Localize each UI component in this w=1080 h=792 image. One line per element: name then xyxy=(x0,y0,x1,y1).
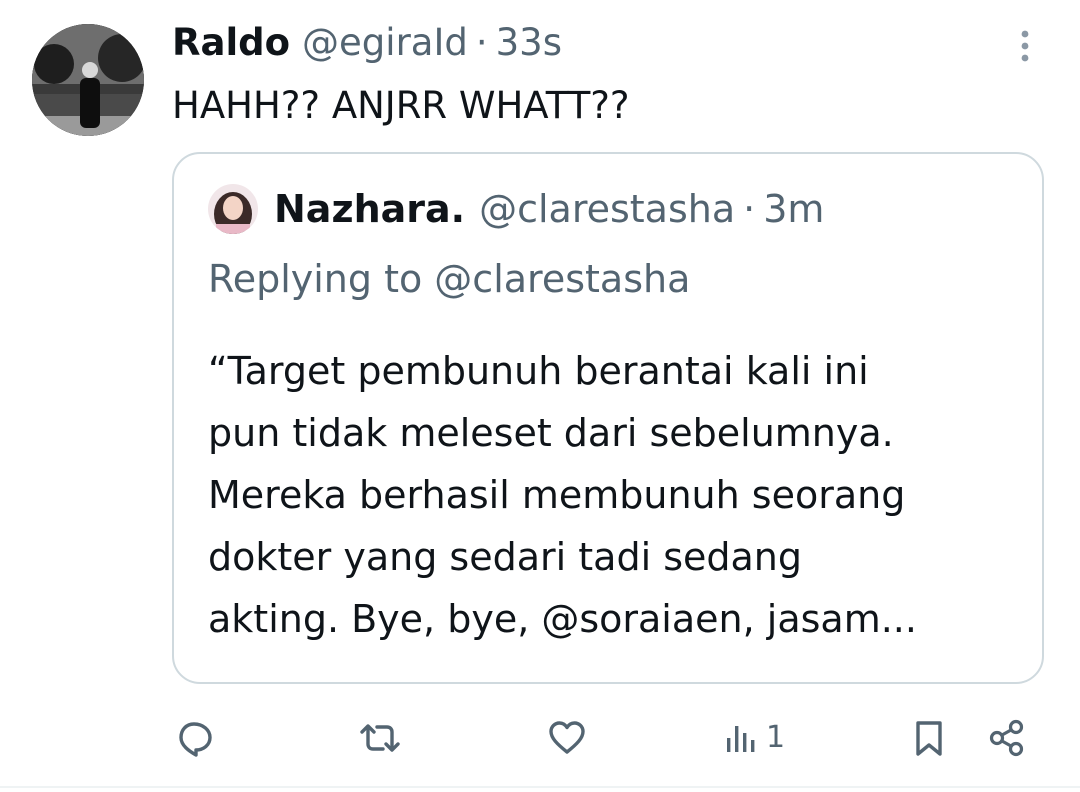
separator-dot: · xyxy=(475,21,488,64)
bookmark-icon xyxy=(916,721,942,756)
replying-to: Replying to @clarestasha xyxy=(208,257,691,301)
tweet-header: Raldo @egiraId · 33s xyxy=(172,20,562,66)
author-name[interactable]: Raldo xyxy=(172,20,290,66)
quote-avatar[interactable] xyxy=(208,184,258,234)
analytics-icon xyxy=(727,726,755,752)
quote-text-line: akting. Bye, bye, @soraiaen, jasam... xyxy=(208,597,917,641)
heart-icon xyxy=(549,721,585,754)
retweet-icon xyxy=(360,724,400,752)
reply-icon xyxy=(179,722,212,757)
quote-text-line: dokter yang sedari tadi sedang xyxy=(208,535,802,579)
quoted-tweet[interactable]: Nazhara. @clarestasha · 3m Replying to @… xyxy=(172,152,1044,684)
quote-author-name[interactable]: Nazhara. xyxy=(274,186,465,232)
quote-text-line: “Target pembunuh berantai kali ini xyxy=(208,349,869,393)
author-handle[interactable]: @egiraId xyxy=(302,20,468,66)
quote-text: “Target pembunuh berantai kali ini pun t… xyxy=(208,340,1028,650)
tweet-text: HAHH?? ANJRR WHATT?? xyxy=(172,84,630,127)
tweet[interactable]: Raldo @egiraId · 33s HAHH?? ANJRR WHATT?… xyxy=(0,0,1080,792)
share-icon xyxy=(989,719,1024,757)
quote-header: Nazhara. @clarestasha · 3m xyxy=(274,186,824,232)
tweet-time[interactable]: 33s xyxy=(496,20,562,66)
views-button[interactable]: 1 xyxy=(724,706,785,770)
quote-text-line: Mereka berhasil membunuh seorang xyxy=(208,473,906,517)
reply-button[interactable] xyxy=(172,706,216,770)
avatar-photo xyxy=(32,24,144,136)
more-vertical-icon xyxy=(1021,30,1029,62)
more-button[interactable] xyxy=(1008,26,1042,66)
action-bar: 1 xyxy=(0,706,1080,770)
retweet-button[interactable] xyxy=(356,706,404,770)
divider xyxy=(0,786,1080,788)
quote-text-line: pun tidak meleset dari sebelumnya. xyxy=(208,411,894,455)
quote-author-handle[interactable]: @clarestasha xyxy=(479,186,735,232)
bookmark-button[interactable] xyxy=(910,706,948,770)
share-button[interactable] xyxy=(986,706,1028,770)
quote-separator-dot: · xyxy=(743,187,756,231)
quote-avatar-photo xyxy=(208,184,258,234)
views-count: 1 xyxy=(766,720,786,755)
avatar[interactable] xyxy=(32,24,144,136)
quote-time[interactable]: 3m xyxy=(763,186,824,232)
like-button[interactable] xyxy=(545,706,589,770)
